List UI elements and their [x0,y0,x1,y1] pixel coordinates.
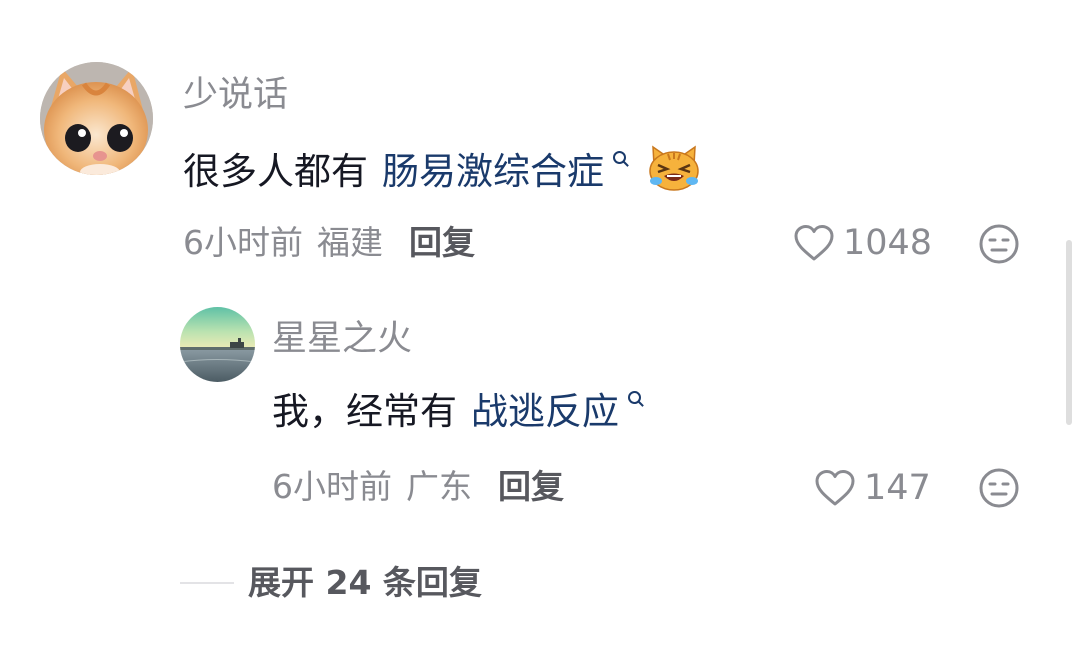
reply-meta: 6小时前 广东 回复 [272,470,564,503]
neutral-face-icon [979,224,1019,264]
search-icon [628,391,641,404]
reply-like-count: 147 [864,467,931,508]
expand-replies-label: 展开 24 条回复 [248,563,482,602]
reply-topic-link[interactable]: 战逃反应 [471,393,619,430]
reply-avatar[interactable] [180,307,255,382]
search-icon [613,150,626,164]
reply-like-button[interactable]: 147 [814,469,931,507]
comment-text: 很多人都有 肠易激综合症 [183,145,700,197]
reply-region: 广东 [406,467,472,506]
reply-username[interactable]: 星星之火 [272,322,412,357]
reply-dislike-button[interactable] [978,467,1020,509]
dislike-button[interactable] [978,223,1020,265]
reply-time: 6小时前 [272,467,392,506]
comment-meta: 6小时前 福建 回复 [183,226,475,259]
divider [180,581,234,584]
comment-time: 6小时前 [183,223,303,262]
avatar[interactable] [40,62,153,175]
comment-username[interactable]: 少说话 [183,78,288,113]
crying-cat-emoji-icon [648,145,700,197]
heart-icon [815,470,855,506]
neutral-face-icon [979,468,1019,508]
reply-button[interactable]: 回复 [409,226,475,259]
reply-button[interactable]: 回复 [498,470,564,503]
expand-replies-button[interactable]: 展开 24 条回复 [180,566,482,599]
comment-region: 福建 [317,223,383,262]
comment-body: 很多人都有 [183,149,368,193]
comment-topic-link[interactable]: 肠易激综合症 [382,153,604,190]
like-button[interactable]: 1048 [793,224,932,262]
like-count: 1048 [843,222,933,263]
kitten-avatar-image [40,62,153,175]
sunset-sea-avatar-image [180,307,255,382]
scrollbar[interactable] [1066,240,1072,425]
heart-icon [794,225,834,261]
reply-body: 我，经常有 [272,390,457,433]
reply-text: 我，经常有 战逃反应 [272,390,641,433]
